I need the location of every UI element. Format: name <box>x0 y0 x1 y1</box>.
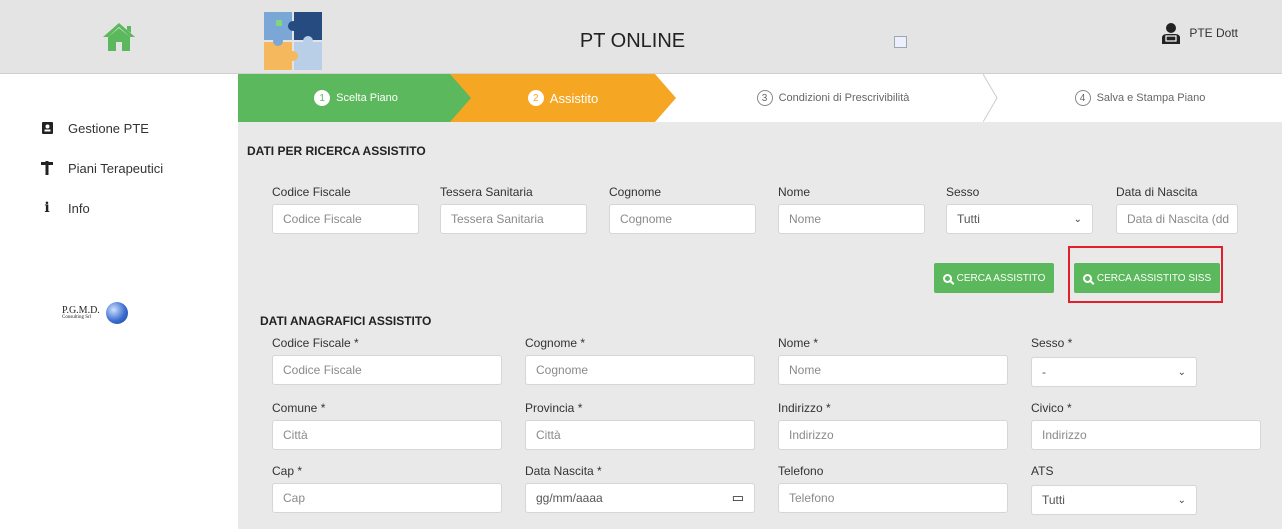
field-label: Provincia * <box>525 401 583 415</box>
search-icon <box>942 273 952 283</box>
step-label: Assistito <box>549 90 599 106</box>
step-label: Condizioni di Prescrivibilità <box>778 92 910 104</box>
search-data-nascita-input[interactable]: Data di Nascita (dd <box>1116 204 1238 234</box>
sidebar-item-gestione-pte[interactable]: Gestione PTE <box>0 108 238 148</box>
step-number: 3 <box>756 90 773 106</box>
field-label: Comune * <box>272 401 326 415</box>
field-label: Data di Nascita <box>1116 185 1198 199</box>
user-menu[interactable]: PTE Dott <box>1161 22 1238 44</box>
step-assistito[interactable]: 2 Assistito <box>450 74 676 122</box>
home-icon[interactable] <box>101 21 137 53</box>
field-label: Sesso * <box>1031 336 1073 350</box>
sidebar-item-label: Gestione PTE <box>68 120 149 136</box>
step-number: 2 <box>527 90 544 106</box>
sidebar-item-label: Piani Terapeutici <box>68 160 164 176</box>
chevron-down-icon: ⌄ <box>1177 366 1186 378</box>
field-label: Codice Fiscale * <box>272 336 359 350</box>
field-label: Sesso <box>946 185 980 199</box>
cerca-assistito-button[interactable]: CERCA ASSISTITO <box>934 263 1054 293</box>
select-value: Tutti <box>957 212 980 226</box>
user-name: PTE Dott <box>1189 26 1238 40</box>
sidebar-nav: Gestione PTE Piani Terapeutici i Info <box>0 108 238 228</box>
field-label: Codice Fiscale <box>272 185 351 199</box>
date-placeholder: gg/mm/aaaa <box>536 491 603 505</box>
chevron-down-icon: ⌄ <box>1177 494 1186 506</box>
cap-input[interactable]: Cap <box>272 483 502 513</box>
field-label: Civico * <box>1031 401 1072 415</box>
home-bar <box>0 0 238 74</box>
select-value: Tutti <box>1042 493 1065 507</box>
comune-input[interactable]: Città <box>272 420 502 450</box>
nome-input[interactable]: Nome <box>778 355 1008 385</box>
step-label: Salva e Stampa Piano <box>1096 92 1206 104</box>
calendar-icon[interactable]: ▭ <box>732 490 744 506</box>
search-tessera-sanitaria-input[interactable]: Tessera Sanitaria <box>440 204 587 234</box>
data-nascita-input[interactable]: gg/mm/aaaa ▭ <box>525 483 755 513</box>
field-label: Cognome * <box>525 336 586 350</box>
app-title: PT ONLINE <box>579 30 686 52</box>
provincia-input[interactable]: Città <box>525 420 755 450</box>
field-label: Nome <box>778 185 811 199</box>
civico-input[interactable]: Indirizzo <box>1031 420 1261 450</box>
step-label: Scelta Piano <box>336 92 398 104</box>
sidebar-item-piani-terapeutici[interactable]: Piani Terapeutici <box>0 148 238 188</box>
search-sesso-select[interactable]: Tutti ⌄ <box>946 204 1093 234</box>
telefono-input[interactable]: Telefono <box>778 483 1008 513</box>
field-label: Nome * <box>778 336 819 350</box>
anagrafica-section-title: DATI ANAGRAFICI ASSISTITO <box>260 314 432 328</box>
field-label: Tessera Sanitaria <box>440 185 533 199</box>
chevron-down-icon: ⌄ <box>1073 213 1082 225</box>
sesso-select[interactable]: - ⌄ <box>1031 357 1197 387</box>
button-label: CERCA ASSISTITO <box>956 272 1046 284</box>
search-codice-fiscale-input[interactable]: Codice Fiscale <box>272 204 419 234</box>
sidebar-item-info[interactable]: i Info <box>0 188 238 228</box>
wizard-steps: 1 Scelta Piano 2 Assistito 3 Condizioni … <box>238 74 1282 122</box>
search-section-title: DATI PER RICERCA ASSISTITO <box>247 144 426 158</box>
field-label: Indirizzo * <box>778 401 831 415</box>
highlight-box <box>1068 246 1223 303</box>
app-window: Gestione PTE Piani Terapeutici i Info P.… <box>0 0 1282 529</box>
field-label: Telefono <box>778 464 824 478</box>
company-logo: P.G.M.D. Consulting Srl <box>62 302 128 324</box>
info-icon: i <box>44 200 50 216</box>
sidebar: Gestione PTE Piani Terapeutici i Info P.… <box>0 0 238 529</box>
search-nome-input[interactable]: Nome <box>778 204 925 234</box>
logo-name: P.G.M.D. <box>62 304 100 316</box>
contact-book-icon <box>38 122 56 134</box>
indirizzo-input[interactable]: Indirizzo <box>778 420 1008 450</box>
search-cognome-input[interactable]: Cognome <box>609 204 756 234</box>
field-label: ATS <box>1031 464 1054 478</box>
header: PT ONLINE PTE Dott <box>238 0 1282 74</box>
codice-fiscale-input[interactable]: Codice Fiscale <box>272 355 502 385</box>
field-label: Cap * <box>272 464 303 478</box>
step-number: 1 <box>314 90 331 106</box>
field-label: Data Nascita * <box>525 464 602 478</box>
broken-image-icon <box>894 36 907 48</box>
step-salva-stampa[interactable]: 4 Salva e Stampa Piano <box>998 74 1282 122</box>
globe-icon <box>105 302 128 324</box>
ats-select[interactable]: Tutti ⌄ <box>1031 485 1197 515</box>
main-content: DATI PER RICERCA ASSISTITO Codice Fiscal… <box>238 122 1282 529</box>
user-doctor-icon <box>1162 23 1181 44</box>
step-separator <box>983 74 998 122</box>
step-scelta-piano[interactable]: 1 Scelta Piano <box>238 74 474 122</box>
cognome-input[interactable]: Cognome <box>525 355 755 385</box>
step-condizioni[interactable]: 3 Condizioni di Prescrivibilità <box>673 74 993 122</box>
select-value: - <box>1042 365 1046 379</box>
pharmacy-icon <box>38 161 56 175</box>
field-label: Cognome <box>609 185 662 199</box>
step-number: 4 <box>1074 90 1091 106</box>
sidebar-item-label: Info <box>68 200 90 216</box>
